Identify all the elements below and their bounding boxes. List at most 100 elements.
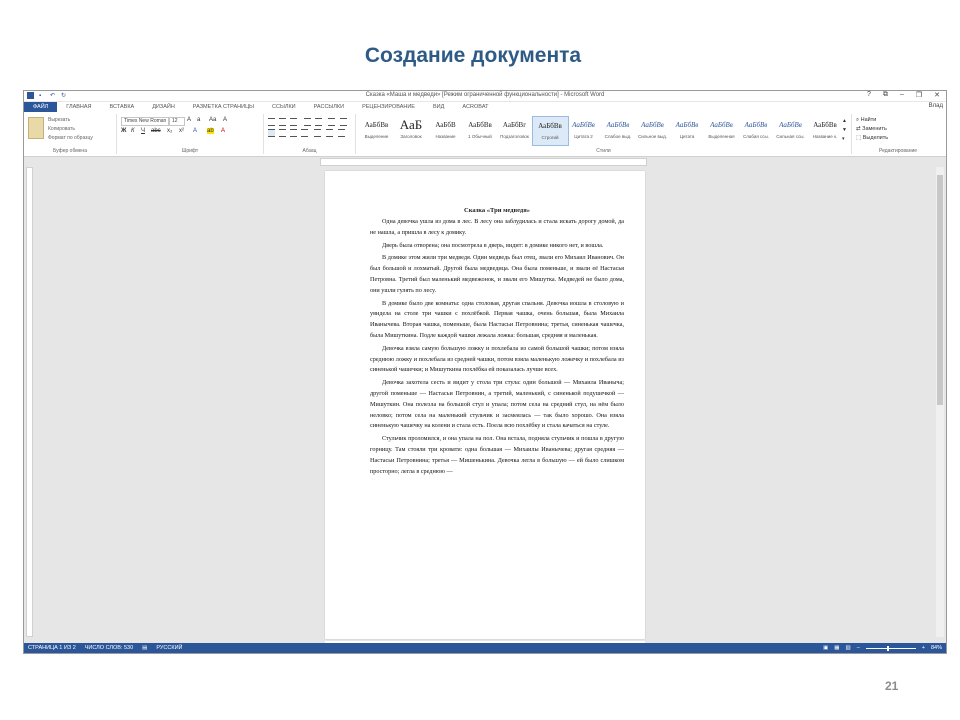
style-item[interactable]: АаБ Заголовок [394, 116, 429, 144]
minimize-button[interactable]: – [900, 91, 904, 99]
style-item[interactable]: АаБбВг Подзаголовок [497, 116, 532, 144]
cut-button[interactable]: Вырезать [48, 117, 70, 123]
style-name: Название к. [812, 134, 838, 139]
align-right-icon[interactable] [290, 129, 297, 137]
style-item[interactable]: АаБбВв Строгий [531, 116, 569, 146]
document-paragraphs: Одна девочка ушла из дома в лес. В лесу … [370, 217, 624, 477]
style-item[interactable]: АаБбВв Слабое выд. [601, 116, 636, 144]
document-paragraph[interactable]: Одна девочка ушла из дома в лес. В лесу … [370, 217, 624, 239]
align-left-icon[interactable] [268, 129, 275, 137]
italic-icon[interactable]: К [131, 128, 135, 134]
document-body[interactable]: Сказка «Три медведя» Одна девочка ушла и… [370, 207, 624, 479]
font-name-select[interactable]: Times New Roman [121, 117, 169, 126]
tab-references[interactable]: ССЫЛКИ [263, 102, 305, 112]
document-paragraph[interactable]: Девочка захотела сесть и видит у стола т… [370, 378, 624, 432]
language[interactable]: РУССКИЙ [156, 645, 182, 651]
page-count[interactable]: СТРАНИЦА 1 ИЗ 2 [28, 645, 76, 651]
styles-more-icon[interactable]: ▾ [842, 136, 845, 142]
user-name[interactable]: Влад [929, 103, 943, 109]
tab-mailings[interactable]: РАССЫЛКИ [305, 102, 353, 112]
strikethrough-icon[interactable]: abc [151, 128, 161, 134]
status-bar: СТРАНИЦА 1 ИЗ 2 ЧИСЛО СЛОВ: 530 ▤ РУССКИ… [24, 643, 946, 653]
format-painter-button[interactable]: Формат по образцу [48, 135, 93, 141]
grow-font-icon[interactable]: A [187, 117, 191, 123]
proofing-icon[interactable]: ▤ [142, 645, 147, 651]
tab-page-layout[interactable]: РАЗМЕТКА СТРАНИЦЫ [184, 102, 263, 112]
document-page[interactable]: Сказка «Три медведя» Одна девочка ушла и… [325, 171, 645, 639]
align-center-icon[interactable] [279, 129, 286, 137]
zoom-level[interactable]: 84% [931, 645, 942, 651]
title-bar: ▪ ↶ ↻ Сказка «Маша и медведи» [Режим огр… [24, 91, 946, 101]
tab-view[interactable]: ВИД [424, 102, 453, 112]
clear-format-icon[interactable]: A [223, 117, 227, 123]
show-marks-icon[interactable] [340, 118, 347, 126]
maximize-button[interactable]: ❐ [916, 91, 922, 99]
zoom-slider-knob[interactable] [886, 645, 889, 651]
justify-icon[interactable] [301, 129, 308, 137]
style-item[interactable]: АаБбВв 1 Обычный [463, 116, 498, 144]
document-paragraph[interactable]: Стульчик проломился, и она упала на пол.… [370, 434, 624, 477]
style-item[interactable]: АаБбВв Слабая ссы. [739, 116, 774, 144]
print-layout-icon[interactable]: ▦ [834, 645, 839, 651]
word-count[interactable]: ЧИСЛО СЛОВ: 530 [85, 645, 133, 651]
underline-icon[interactable]: Ч [141, 128, 145, 134]
web-layout-icon[interactable]: ▥ [846, 645, 851, 651]
replace-button[interactable]: ⇄ Заменить [856, 126, 887, 132]
sort-icon[interactable] [328, 118, 335, 126]
style-item[interactable]: АаБбВв Выделение [359, 116, 394, 144]
copy-button[interactable]: Копировать [48, 126, 75, 132]
style-item[interactable]: АаБбВв Цитата 2 [566, 116, 601, 144]
tab-acrobat[interactable]: ACROBAT [453, 102, 497, 112]
style-item[interactable]: АаБбВв Сильное выд. [635, 116, 670, 144]
numbering-icon[interactable] [279, 118, 286, 126]
close-button[interactable]: ✕ [934, 91, 940, 99]
paste-icon[interactable] [28, 117, 44, 139]
bullets-icon[interactable] [268, 118, 275, 126]
subscript-icon[interactable]: x₂ [167, 128, 172, 134]
borders-icon[interactable] [338, 129, 345, 137]
tab-insert[interactable]: ВСТАВКА [101, 102, 144, 112]
styles-scroll-down-icon[interactable]: ▼ [842, 127, 847, 133]
find-button[interactable]: ⌕ Найти [856, 117, 876, 124]
tab-home[interactable]: ГЛАВНАЯ [57, 102, 100, 112]
decrease-indent-icon[interactable] [304, 118, 311, 126]
font-size-select[interactable]: 12 [169, 117, 185, 126]
increase-indent-icon[interactable] [315, 118, 322, 126]
multilevel-list-icon[interactable] [290, 118, 297, 126]
style-item[interactable]: АаБбВ Название [428, 116, 463, 144]
font-color-icon[interactable]: A [221, 128, 225, 134]
line-spacing-icon[interactable] [314, 129, 321, 137]
change-case-icon[interactable]: Aa [209, 117, 216, 123]
document-paragraph[interactable]: В домике было две комнаты: одна столовая… [370, 299, 624, 342]
bold-icon[interactable]: Ж [121, 128, 126, 134]
shrink-font-icon[interactable]: a [197, 117, 200, 123]
shading-icon[interactable] [326, 129, 333, 137]
highlight-icon[interactable]: ab [207, 128, 214, 134]
text-effects-icon[interactable]: A [193, 128, 197, 134]
zoom-in-icon[interactable]: + [922, 645, 925, 651]
vertical-scrollbar[interactable] [936, 167, 944, 637]
document-paragraph[interactable]: В домике этом жили три медведя. Один мед… [370, 253, 624, 296]
scrollbar-thumb[interactable] [937, 175, 943, 405]
zoom-slider[interactable] [865, 645, 916, 651]
style-item[interactable]: АаБбВв Выделенная [704, 116, 739, 144]
tab-design[interactable]: ДИЗАЙН [143, 102, 184, 112]
horizontal-ruler[interactable] [320, 158, 647, 166]
vertical-ruler[interactable] [26, 167, 33, 637]
document-paragraph[interactable]: Девочка взяла самую большую ложку и похл… [370, 344, 624, 376]
style-item[interactable]: АаБбВв Цитата [670, 116, 705, 144]
superscript-icon[interactable]: x² [179, 128, 184, 134]
help-button[interactable]: ? [867, 91, 871, 99]
select-button[interactable]: ⬚ Выделить [856, 135, 888, 141]
tab-file[interactable]: ФАЙЛ [24, 102, 58, 112]
read-mode-icon[interactable]: ▣ [823, 645, 828, 651]
document-paragraph[interactable]: Дверь была отворена; она посмотрела в дв… [370, 241, 624, 252]
clipboard-group: Вырезать Копировать Формат по образцу Бу… [24, 114, 117, 154]
zoom-out-icon[interactable]: – [857, 645, 860, 651]
ribbon-display-button[interactable]: ⧉ [883, 91, 888, 99]
style-item[interactable]: АаБбВв Сильная ссы. [773, 116, 808, 144]
style-sample: АаБбВв [744, 121, 768, 129]
styles-scroll-up-icon[interactable]: ▲ [842, 118, 847, 124]
tab-review[interactable]: РЕЦЕНЗИРОВАНИЕ [353, 102, 424, 112]
style-item[interactable]: АаБбВв Название к. [808, 116, 843, 144]
